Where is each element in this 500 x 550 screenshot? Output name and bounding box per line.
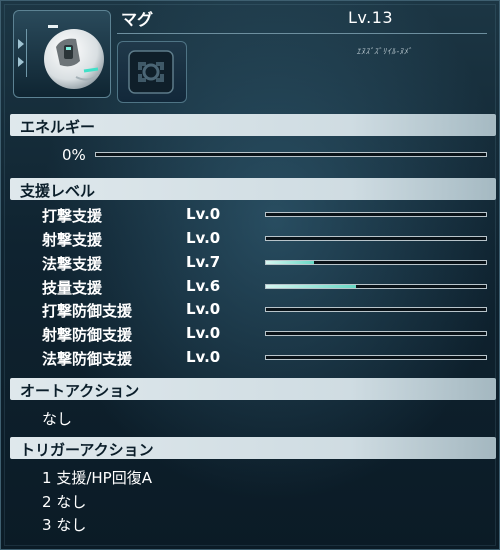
support-label: 技量支援	[42, 279, 103, 297]
support-label: 打撃防御支援	[42, 302, 133, 320]
energy-header: エネルギー	[10, 114, 496, 136]
support-bar-fill	[266, 261, 315, 264]
auto-action-header: オートアクション	[10, 378, 496, 400]
trigger-item-text: 支援/HP回復A	[56, 469, 152, 487]
support-level: Lv.0	[186, 348, 221, 366]
support-label: 法撃支援	[42, 255, 103, 273]
support-label: 打撃支援	[42, 207, 103, 225]
mag-portrait[interactable]	[13, 10, 111, 98]
support-level: Lv.0	[186, 229, 221, 247]
support-bar	[265, 355, 487, 360]
support-bar	[265, 284, 487, 289]
trigger-item-number: 2	[42, 493, 52, 511]
support-bar-fill	[266, 285, 357, 288]
trigger-action-header-label: トリガーアクション	[20, 441, 154, 459]
trigger-item-text: なし	[56, 516, 87, 534]
trigger-action-header: トリガーアクション	[10, 437, 496, 459]
support-level: Lv.0	[186, 324, 221, 342]
auto-action-header-label: オートアクション	[20, 382, 140, 400]
support-level: Lv.0	[186, 205, 221, 223]
support-level: Lv.7	[186, 253, 221, 271]
mag-name: マグ	[121, 10, 154, 29]
support-label: 射撃支援	[42, 231, 103, 249]
trigger-item-number: 1	[42, 469, 52, 487]
support-header-label: 支援レベル	[20, 182, 96, 200]
arrow-right-icon	[18, 57, 24, 67]
auto-action-value: なし	[42, 410, 73, 428]
energy-header-label: エネルギー	[20, 118, 96, 136]
mag-device-icon	[44, 25, 104, 89]
support-bar	[265, 331, 487, 336]
energy-percent: 0%	[62, 146, 86, 164]
support-label: 法撃防御支援	[42, 350, 133, 368]
name-divider	[117, 33, 487, 34]
support-level: Lv.0	[186, 300, 221, 318]
support-bar	[265, 307, 487, 312]
support-label: 射撃防御支援	[42, 326, 133, 344]
support-level: Lv.6	[186, 277, 221, 295]
trigger-action-item[interactable]: 1 支援/HP回復A	[42, 467, 152, 488]
support-bar	[265, 212, 487, 217]
trigger-action-item[interactable]: 3 なし	[42, 514, 86, 535]
trigger-item-number: 3	[42, 516, 52, 534]
mag-tagline: ｴﾇｽﾞｽﾞﾘｲﾙ-ﾇﾒﾞ	[356, 47, 414, 56]
energy-bar	[95, 152, 487, 157]
portrait-arrow-strip	[16, 29, 27, 77]
support-bar	[265, 260, 487, 265]
empty-slot-icon	[128, 50, 174, 94]
support-header: 支援レベル	[10, 178, 496, 200]
empty-slot[interactable]	[117, 41, 187, 103]
mag-level: Lv.13	[348, 8, 394, 27]
support-bar	[265, 236, 487, 241]
trigger-item-text: なし	[56, 493, 87, 511]
arrow-right-icon	[18, 39, 24, 49]
trigger-action-item[interactable]: 2 なし	[42, 491, 86, 512]
